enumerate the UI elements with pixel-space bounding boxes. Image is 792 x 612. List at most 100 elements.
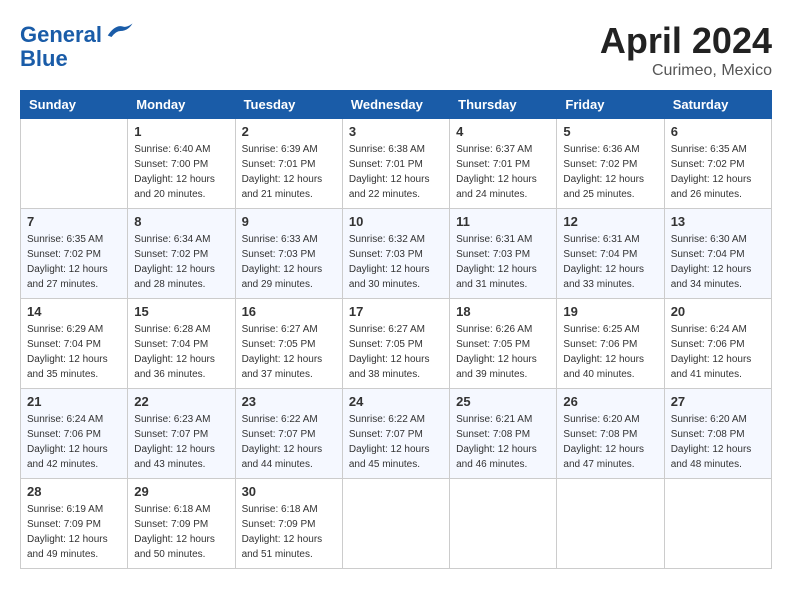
day-number: 6: [671, 124, 765, 139]
day-header-monday: Monday: [128, 91, 235, 119]
day-number: 26: [563, 394, 657, 409]
calendar-cell: 15Sunrise: 6:28 AMSunset: 7:04 PMDayligh…: [128, 299, 235, 389]
day-info: Sunrise: 6:19 AMSunset: 7:09 PMDaylight:…: [27, 502, 121, 562]
day-number: 25: [456, 394, 550, 409]
calendar-cell: 4 Sunrise: 6:37 AMSunset: 7:01 PMDaylight…: [450, 119, 557, 209]
calendar-cell: 14 Sunrise: 6:29 AMSunset: 7:04 PMDayligh…: [21, 299, 128, 389]
calendar-cell: 26 Sunrise: 6:20 AMSunset: 7:08 PMDayligh…: [557, 389, 664, 479]
calendar-cell: [21, 119, 128, 209]
day-number: 16: [242, 304, 336, 319]
day-number: 29: [134, 484, 228, 499]
day-number: 21: [27, 394, 121, 409]
day-info: Sunrise: 6:40 AMSunset: 7:00 PMDaylight:…: [134, 142, 228, 202]
day-info: Sunrise: 6:24 AMSunset: 7:06 PMDaylight:…: [27, 412, 121, 472]
day-number: 18: [456, 304, 550, 319]
calendar-cell: 16 Sunrise: 6:27 AMSunset: 7:05 PMDayligh…: [235, 299, 342, 389]
day-number: 17: [349, 304, 443, 319]
day-number: 1: [134, 124, 228, 139]
day-info: Sunrise: 6:30 AMSunset: 7:04 PMDaylight:…: [671, 232, 765, 292]
page-title: April 2024: [600, 20, 772, 62]
day-info: Sunrise: 6:38 AMSunset: 7:01 PMDaylight:…: [349, 142, 443, 202]
day-info: Sunrise: 6:26 AMSunset: 7:05 PMDaylight:…: [456, 322, 550, 382]
calendar-week-row: 14 Sunrise: 6:29 AMSunset: 7:04 PMDayligh…: [21, 299, 772, 389]
page-location: Curimeo, Mexico: [600, 62, 772, 80]
day-header-tuesday: Tuesday: [235, 91, 342, 119]
calendar-cell: 21 Sunrise: 6:24 AMSunset: 7:06 PMDayligh…: [21, 389, 128, 479]
calendar-week-row: 21 Sunrise: 6:24 AMSunset: 7:06 PMDayligh…: [21, 389, 772, 479]
day-info: Sunrise: 6:29 AMSunset: 7:04 PMDaylight:…: [27, 322, 121, 382]
calendar-cell: 6 Sunrise: 6:35 AMSunset: 7:02 PMDaylight…: [664, 119, 771, 209]
calendar-cell: 8 Sunrise: 6:34 AMSunset: 7:02 PMDaylight…: [128, 209, 235, 299]
day-header-friday: Friday: [557, 91, 664, 119]
calendar-cell: 22 Sunrise: 6:23 AMSunset: 7:07 PMDayligh…: [128, 389, 235, 479]
day-number: 30: [242, 484, 336, 499]
day-info: Sunrise: 6:34 AMSunset: 7:02 PMDaylight:…: [134, 232, 228, 292]
day-number: 15: [134, 304, 228, 319]
calendar-cell: 25Sunrise: 6:21 AMSunset: 7:08 PMDayligh…: [450, 389, 557, 479]
calendar-week-row: 7Sunrise: 6:35 AMSunset: 7:02 PMDaylight…: [21, 209, 772, 299]
calendar-cell: 18 Sunrise: 6:26 AMSunset: 7:05 PMDayligh…: [450, 299, 557, 389]
calendar-cell: [450, 479, 557, 569]
day-number: 27: [671, 394, 765, 409]
logo-bird-icon: [104, 20, 134, 42]
day-number: 14: [27, 304, 121, 319]
day-number: 2: [242, 124, 336, 139]
calendar-cell: 12Sunrise: 6:31 AMSunset: 7:04 PMDayligh…: [557, 209, 664, 299]
calendar-cell: 30 Sunrise: 6:18 AMSunset: 7:09 PMDayligh…: [235, 479, 342, 569]
day-info: Sunrise: 6:37 AMSunset: 7:01 PMDaylight:…: [456, 142, 550, 202]
calendar-cell: 2 Sunrise: 6:39 AMSunset: 7:01 PMDaylight…: [235, 119, 342, 209]
calendar-cell: 28 Sunrise: 6:19 AMSunset: 7:09 PMDayligh…: [21, 479, 128, 569]
page-header: General Blue April 2024 Curimeo, Mexico: [20, 20, 772, 80]
calendar-week-row: 28 Sunrise: 6:19 AMSunset: 7:09 PMDayligh…: [21, 479, 772, 569]
day-info: Sunrise: 6:18 AMSunset: 7:09 PMDaylight:…: [134, 502, 228, 562]
day-info: Sunrise: 6:22 AMSunset: 7:07 PMDaylight:…: [349, 412, 443, 472]
day-info: Sunrise: 6:18 AMSunset: 7:09 PMDaylight:…: [242, 502, 336, 562]
day-header-sunday: Sunday: [21, 91, 128, 119]
calendar-cell: 24 Sunrise: 6:22 AMSunset: 7:07 PMDayligh…: [342, 389, 449, 479]
calendar-cell: 3 Sunrise: 6:38 AMSunset: 7:01 PMDaylight…: [342, 119, 449, 209]
day-info: Sunrise: 6:23 AMSunset: 7:07 PMDaylight:…: [134, 412, 228, 472]
calendar-cell: 23 Sunrise: 6:22 AMSunset: 7:07 PMDayligh…: [235, 389, 342, 479]
calendar-cell: 1 Sunrise: 6:40 AMSunset: 7:00 PMDaylight…: [128, 119, 235, 209]
calendar-cell: 7Sunrise: 6:35 AMSunset: 7:02 PMDaylight…: [21, 209, 128, 299]
calendar-cell: 11Sunrise: 6:31 AMSunset: 7:03 PMDayligh…: [450, 209, 557, 299]
day-number: 22: [134, 394, 228, 409]
day-info: Sunrise: 6:32 AMSunset: 7:03 PMDaylight:…: [349, 232, 443, 292]
day-info: Sunrise: 6:20 AMSunset: 7:08 PMDaylight:…: [671, 412, 765, 472]
day-number: 13: [671, 214, 765, 229]
day-info: Sunrise: 6:25 AMSunset: 7:06 PMDaylight:…: [563, 322, 657, 382]
day-number: 28: [27, 484, 121, 499]
day-number: 5: [563, 124, 657, 139]
day-info: Sunrise: 6:35 AMSunset: 7:02 PMDaylight:…: [27, 232, 121, 292]
day-info: Sunrise: 6:27 AMSunset: 7:05 PMDaylight:…: [242, 322, 336, 382]
day-number: 8: [134, 214, 228, 229]
day-info: Sunrise: 6:36 AMSunset: 7:02 PMDaylight:…: [563, 142, 657, 202]
day-number: 3: [349, 124, 443, 139]
logo: General Blue: [20, 20, 134, 71]
day-number: 24: [349, 394, 443, 409]
day-header-saturday: Saturday: [664, 91, 771, 119]
day-info: Sunrise: 6:31 AMSunset: 7:03 PMDaylight:…: [456, 232, 550, 292]
calendar-cell: 20Sunrise: 6:24 AMSunset: 7:06 PMDayligh…: [664, 299, 771, 389]
day-info: Sunrise: 6:20 AMSunset: 7:08 PMDaylight:…: [563, 412, 657, 472]
day-info: Sunrise: 6:35 AMSunset: 7:02 PMDaylight:…: [671, 142, 765, 202]
day-info: Sunrise: 6:27 AMSunset: 7:05 PMDaylight:…: [349, 322, 443, 382]
calendar-cell: [342, 479, 449, 569]
day-number: 4: [456, 124, 550, 139]
calendar-week-row: 1 Sunrise: 6:40 AMSunset: 7:00 PMDaylight…: [21, 119, 772, 209]
calendar-table: SundayMondayTuesdayWednesdayThursdayFrid…: [20, 90, 772, 569]
calendar-cell: [664, 479, 771, 569]
day-info: Sunrise: 6:31 AMSunset: 7:04 PMDaylight:…: [563, 232, 657, 292]
day-info: Sunrise: 6:24 AMSunset: 7:06 PMDaylight:…: [671, 322, 765, 382]
day-info: Sunrise: 6:39 AMSunset: 7:01 PMDaylight:…: [242, 142, 336, 202]
day-number: 23: [242, 394, 336, 409]
calendar-header-row: SundayMondayTuesdayWednesdayThursdayFrid…: [21, 91, 772, 119]
day-number: 19: [563, 304, 657, 319]
day-header-thursday: Thursday: [450, 91, 557, 119]
calendar-cell: 9Sunrise: 6:33 AMSunset: 7:03 PMDaylight…: [235, 209, 342, 299]
logo-text: General Blue: [20, 20, 134, 71]
calendar-cell: 27 Sunrise: 6:20 AMSunset: 7:08 PMDayligh…: [664, 389, 771, 479]
day-info: Sunrise: 6:22 AMSunset: 7:07 PMDaylight:…: [242, 412, 336, 472]
calendar-cell: [557, 479, 664, 569]
calendar-cell: 19 Sunrise: 6:25 AMSunset: 7:06 PMDayligh…: [557, 299, 664, 389]
